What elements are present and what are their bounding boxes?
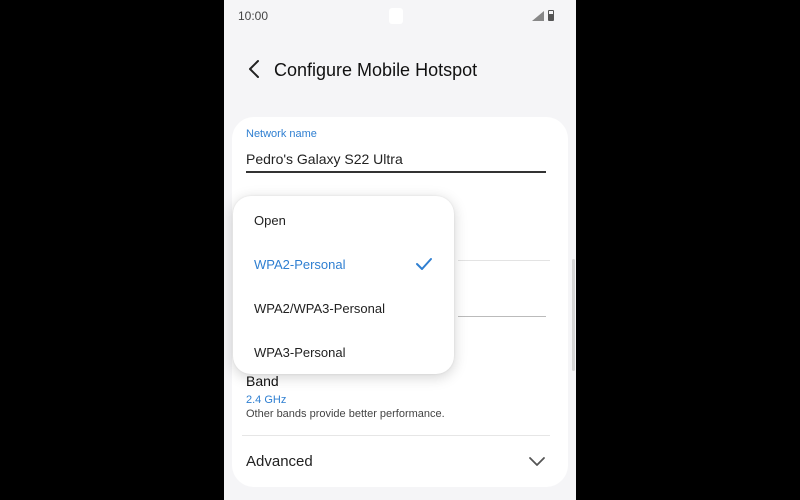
option-label: WPA2/WPA3-Personal — [254, 301, 386, 316]
band-value: 2.4 GHz — [246, 394, 287, 406]
phone-screen: 10:00 Configure Mobile Hotspot Network n… — [224, 0, 576, 500]
chevron-left-icon — [249, 60, 259, 78]
dropdown-option-wpa2-personal[interactable]: WPA2-Personal — [233, 242, 454, 286]
option-label: Open — [254, 213, 286, 228]
option-label: WPA2-Personal — [254, 257, 346, 272]
app-header: Configure Mobile Hotspot — [224, 50, 576, 90]
camera-cutout — [389, 8, 403, 24]
password-field-underline — [458, 316, 546, 317]
network-name-label: Network name — [246, 128, 317, 140]
status-time: 10:00 — [238, 9, 269, 23]
scrollbar[interactable] — [572, 259, 575, 371]
checkmark-icon — [416, 258, 432, 270]
band-description: Other bands provide better performance. — [246, 408, 445, 420]
advanced-row[interactable]: Advanced — [232, 439, 568, 483]
chevron-down-icon — [529, 457, 545, 466]
security-dropdown: Open WPA2-Personal WPA2/WPA3-Personal WP… — [233, 196, 454, 374]
band-title: Band — [246, 373, 279, 389]
divider — [242, 435, 550, 436]
page-title: Configure Mobile Hotspot — [274, 60, 478, 80]
back-button[interactable] — [240, 52, 268, 86]
row-divider — [458, 260, 550, 261]
dropdown-option-wpa2-wpa3-personal[interactable]: WPA2/WPA3-Personal — [233, 286, 454, 330]
band-setting[interactable]: Band 2.4 GHz Other bands provide better … — [246, 373, 550, 427]
signal-icon — [532, 11, 544, 21]
network-name-input[interactable] — [246, 147, 546, 173]
option-label: WPA3-Personal — [254, 345, 346, 360]
battery-icon — [548, 10, 554, 21]
status-bar: 10:00 — [224, 0, 576, 34]
advanced-label: Advanced — [246, 453, 313, 470]
dropdown-option-wpa3-personal[interactable]: WPA3-Personal — [233, 330, 454, 374]
dropdown-option-open[interactable]: Open — [233, 198, 454, 242]
